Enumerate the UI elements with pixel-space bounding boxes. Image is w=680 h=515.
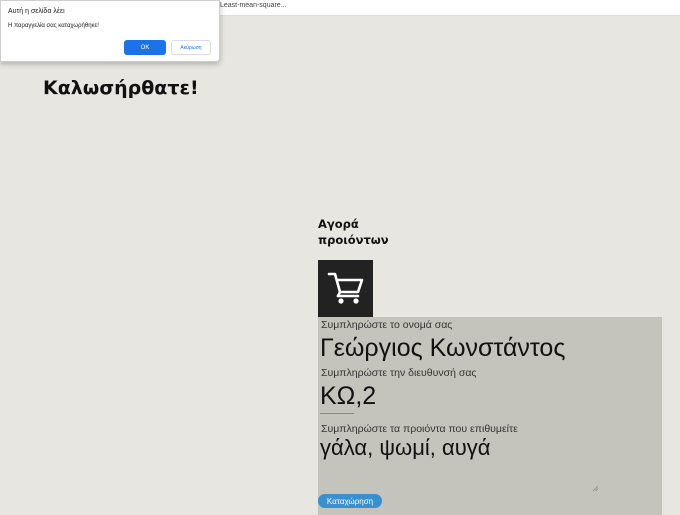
resize-handle-icon[interactable] xyxy=(592,485,598,491)
order-form: Συμπληρώστε το ονομά σας Γεώργιος Κωνστά… xyxy=(318,317,662,515)
alert-title: Αυτή η σελίδα λέει xyxy=(8,8,65,15)
submit-button[interactable]: Καταχώρηση xyxy=(318,494,382,508)
name-input[interactable]: Γεώργιος Κωνστάντος xyxy=(320,334,565,363)
cancel-button[interactable]: Ακύρωση xyxy=(171,40,211,55)
address-input[interactable]: ΚΩ,2 xyxy=(320,382,376,411)
address-label: Συμπληρώστε την διευθυνσή σας xyxy=(321,367,477,379)
shopping-cart-icon xyxy=(327,272,364,304)
cart-image xyxy=(318,260,373,317)
alert-dialog: Αυτή η σελίδα λέει Η παραγγελία σας κατα… xyxy=(0,0,220,62)
products-label: Συμπληρώστε τα προιόντα που επιθυμείτε xyxy=(321,423,518,435)
products-textarea[interactable]: γάλα, ψωμί, αυγά xyxy=(320,435,490,461)
section-title: Αγορά προιόντων xyxy=(318,217,389,247)
name-label: Συμπληρώστε το ονομά σας xyxy=(321,319,453,331)
address-input-underline xyxy=(320,413,354,414)
bookmark-link[interactable]: Least-mean-square... xyxy=(220,2,287,9)
alert-message: Η παραγγελία σας καταχωρήθηκε! xyxy=(8,23,99,29)
ok-button[interactable]: OK xyxy=(124,40,166,55)
welcome-heading: Καλωσήρθατε! xyxy=(43,77,199,99)
